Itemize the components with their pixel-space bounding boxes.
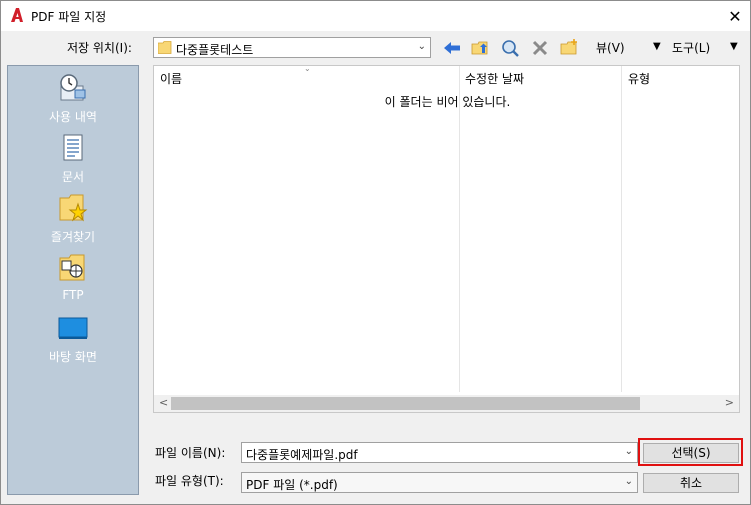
filetype-select[interactable]: PDF 파일 (*.pdf) ⌄ <box>241 472 638 493</box>
desktop-icon <box>58 317 88 339</box>
filetype-label: 파일 유형(T): <box>155 474 224 488</box>
close-button[interactable]: ✕ <box>720 1 750 31</box>
ftp-icon <box>59 254 85 281</box>
close-icon: ✕ <box>728 6 742 26</box>
place-desktop[interactable]: 바탕 화면 <box>8 312 138 365</box>
chevron-down-icon: ⌄ <box>624 446 633 457</box>
scroll-left-icon[interactable]: < <box>159 396 168 409</box>
view-menu[interactable]: 뷰(V) <box>596 39 625 56</box>
file-list[interactable]: 이름 ⌄ 수정한 날짜 유형 이 폴더는 비어 있습니다. < > <box>153 64 740 413</box>
place-history[interactable]: 사용 내역 <box>8 72 138 125</box>
pdf-file-dialog: PDF 파일 지정 ✕ 저장 위치(I): 다중플롯테스트 ⌄ 뷰(V) ▼ 도… <box>0 0 751 505</box>
scroll-right-icon[interactable]: > <box>725 396 734 409</box>
delete-icon[interactable] <box>530 38 550 58</box>
place-label-history: 사용 내역 <box>49 110 97 124</box>
scroll-thumb[interactable] <box>171 397 640 410</box>
place-label-desktop: 바탕 화면 <box>49 350 97 364</box>
location-label: 저장 위치(I): <box>67 41 132 55</box>
places-bar: 사용 내역 문서 즐겨찾기 FTP 바탕 화면 <box>7 65 139 495</box>
place-ftp[interactable]: FTP <box>8 252 138 302</box>
place-label-favorites: 즐겨찾기 <box>50 230 96 244</box>
up-folder-icon[interactable] <box>470 38 490 58</box>
tools-menu[interactable]: 도구(L) <box>672 39 710 56</box>
documents-icon <box>63 134 83 161</box>
new-folder-icon[interactable] <box>559 38 579 58</box>
history-icon <box>60 74 86 101</box>
cancel-button[interactable]: 취소 <box>643 473 739 493</box>
column-modified[interactable]: 수정한 날짜 <box>465 70 524 87</box>
place-favorites[interactable]: 즐겨찾기 <box>8 192 138 245</box>
column-divider <box>459 66 460 392</box>
chevron-down-icon: ⌄ <box>624 476 633 487</box>
search-web-icon[interactable] <box>500 38 520 58</box>
place-label-documents: 문서 <box>61 170 85 184</box>
place-documents[interactable]: 문서 <box>8 132 138 185</box>
column-divider <box>621 66 622 392</box>
filetype-value: PDF 파일 (*.pdf) <box>246 478 338 492</box>
select-button[interactable]: 선택(S) <box>643 443 739 463</box>
column-type[interactable]: 유형 <box>628 70 650 87</box>
tools-chevron-icon[interactable]: ▼ <box>730 41 738 52</box>
title-bar: PDF 파일 지정 ✕ <box>1 1 750 31</box>
place-label-ftp: FTP <box>62 288 84 302</box>
tools-dropdown-icon[interactable]: ▼ <box>653 41 661 52</box>
window-title: PDF 파일 지정 <box>31 10 107 24</box>
horizontal-scrollbar[interactable]: < > <box>154 395 739 412</box>
empty-folder-message: 이 폴더는 비어 있습니다. <box>384 95 511 109</box>
location-combo[interactable]: 다중플롯테스트 ⌄ <box>153 37 431 58</box>
autocad-app-icon <box>11 8 23 22</box>
filename-value: 다중플롯예제파일.pdf <box>246 448 358 462</box>
back-arrow-icon[interactable] <box>442 38 462 58</box>
folder-icon <box>158 41 172 54</box>
chevron-down-icon: ⌄ <box>417 41 426 52</box>
favorites-icon <box>59 194 88 222</box>
location-value: 다중플롯테스트 <box>176 43 254 57</box>
filename-input[interactable]: 다중플롯예제파일.pdf ⌄ <box>241 442 638 463</box>
filename-label: 파일 이름(N): <box>155 446 226 460</box>
column-name[interactable]: 이름 <box>160 70 182 87</box>
sort-caret-icon: ⌄ <box>304 64 311 73</box>
